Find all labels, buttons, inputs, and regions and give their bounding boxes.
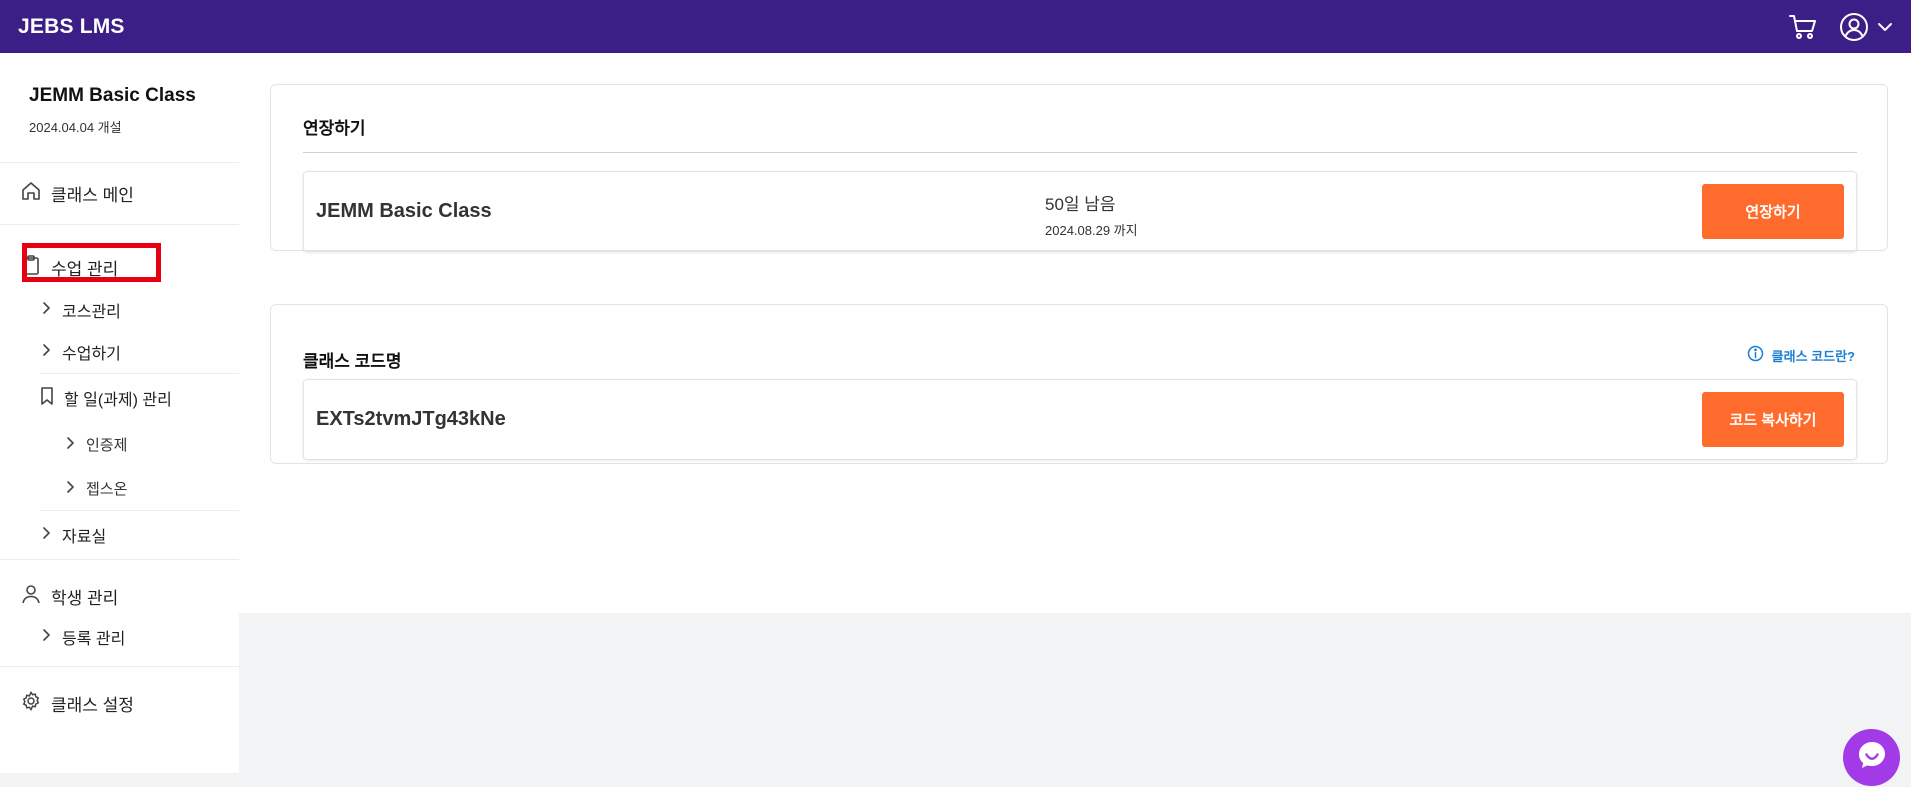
- sidebar-item-todo-management[interactable]: 할 일(과제) 관리: [0, 374, 239, 422]
- extend-card: 연장하기 JEMM Basic Class 50일 남음 2024.08.29 …: [270, 84, 1888, 252]
- menu-section-settings: 클래스 설정: [0, 667, 239, 723]
- extend-heading: 연장하기: [303, 119, 366, 138]
- class-code-help-link[interactable]: 클래스 코드란?: [1747, 345, 1855, 365]
- extend-class-name: JEMM Basic Class: [316, 200, 492, 222]
- extend-row: JEMM Basic Class 50일 남음 2024.08.29 까지 연장…: [303, 171, 1857, 252]
- sidebar-item-certification[interactable]: 인증제: [0, 422, 239, 466]
- profile-menu[interactable]: [1839, 12, 1893, 42]
- menu-section-home: 클래스 메인: [0, 163, 239, 225]
- user-icon: [21, 584, 41, 609]
- days-left: 50일 남음: [1045, 195, 1116, 214]
- class-header: JEMM Basic Class 2024.04.04 개설: [0, 53, 239, 163]
- sidebar-item-label: 코스관리: [62, 304, 121, 321]
- class-code-row: EXTs2tvmJTg43kNe 코드 복사하기: [303, 379, 1857, 460]
- sidebar-item-class-main[interactable]: 클래스 메인: [0, 171, 239, 215]
- sidebar-item-class-settings[interactable]: 클래스 설정: [0, 683, 239, 723]
- user-circle-icon[interactable]: [1839, 12, 1869, 42]
- class-code-heading: 클래스 코드명: [303, 352, 402, 371]
- sidebar-item-lesson-management[interactable]: 수업 관리: [0, 245, 239, 289]
- menu-section-student: 학생 관리 등록 관리: [0, 560, 239, 667]
- chevron-right-icon: [42, 301, 50, 319]
- menu-section-lesson: 수업 관리 코스관리 수업하기 할 일(과제) 관리 인증제 젭스온 자료실: [0, 225, 239, 560]
- sidebar-item-label: 클래스 메인: [51, 185, 134, 205]
- class-code-help-label: 클래스 코드란?: [1771, 348, 1855, 364]
- class-code-card: 클래스 코드명 클래스 코드란? EXTs2tvmJTg43kNe 코드 복사하…: [270, 304, 1888, 464]
- bookmark-icon: [40, 386, 54, 410]
- chevron-right-icon: [42, 343, 50, 361]
- extend-button[interactable]: 연장하기: [1702, 184, 1844, 239]
- sidebar-item-label: 수업하기: [62, 346, 121, 363]
- info-icon: [1747, 345, 1764, 365]
- sidebar-item-label: 수업 관리: [51, 259, 119, 279]
- chevron-right-icon: [66, 436, 74, 453]
- class-code-value: EXTs2tvmJTg43kNe: [316, 408, 506, 430]
- gear-icon: [21, 690, 41, 716]
- top-right-actions: [1789, 12, 1893, 42]
- sidebar-item-do-lesson[interactable]: 수업하기: [0, 331, 239, 373]
- remaining-period: 50일 남음 2024.08.29 까지: [1045, 190, 1138, 239]
- copy-code-button[interactable]: 코드 복사하기: [1702, 392, 1844, 447]
- sidebar-item-enroll-management[interactable]: 등록 관리: [0, 616, 239, 658]
- clipboard-icon: [21, 254, 41, 280]
- sidebar-item-label: 학생 관리: [51, 588, 119, 608]
- class-title: JEMM Basic Class: [29, 85, 196, 106]
- main-content: 연장하기 JEMM Basic Class 50일 남음 2024.08.29 …: [239, 53, 1911, 613]
- sidebar-item-label: 인증제: [86, 436, 128, 454]
- sidebar-item-label: 클래스 설정: [51, 695, 134, 715]
- divider: [303, 152, 1857, 153]
- sidebar-item-label: 젭스온: [86, 480, 128, 498]
- sidebar-item-label: 자료실: [62, 529, 107, 546]
- sidebar-item-jebson[interactable]: 젭스온: [0, 466, 239, 510]
- sidebar-item-library[interactable]: 자료실: [0, 511, 239, 559]
- end-date: 2024.08.29 까지: [1045, 223, 1138, 238]
- sidebar-item-course-management[interactable]: 코스관리: [0, 289, 239, 331]
- sidebar-item-label: 할 일(과제) 관리: [64, 392, 172, 409]
- chevron-down-icon[interactable]: [1877, 22, 1893, 32]
- top-bar: JEBS LMS: [0, 0, 1911, 53]
- home-icon: [21, 181, 41, 206]
- cart-icon[interactable]: [1789, 14, 1817, 40]
- sidebar-item-student-management[interactable]: 학생 관리: [0, 576, 239, 616]
- brand-logo[interactable]: JEBS LMS: [18, 15, 125, 39]
- chat-bubble-icon: [1856, 739, 1888, 776]
- chevron-right-icon: [66, 480, 74, 497]
- sidebar: JEMM Basic Class 2024.04.04 개설 클래스 메인 수업…: [0, 53, 239, 773]
- sidebar-item-label: 등록 관리: [62, 631, 126, 648]
- chat-button[interactable]: [1843, 729, 1900, 786]
- chevron-right-icon: [42, 628, 50, 646]
- class-open-date: 2024.04.04 개설: [29, 120, 122, 135]
- chevron-right-icon: [42, 526, 50, 544]
